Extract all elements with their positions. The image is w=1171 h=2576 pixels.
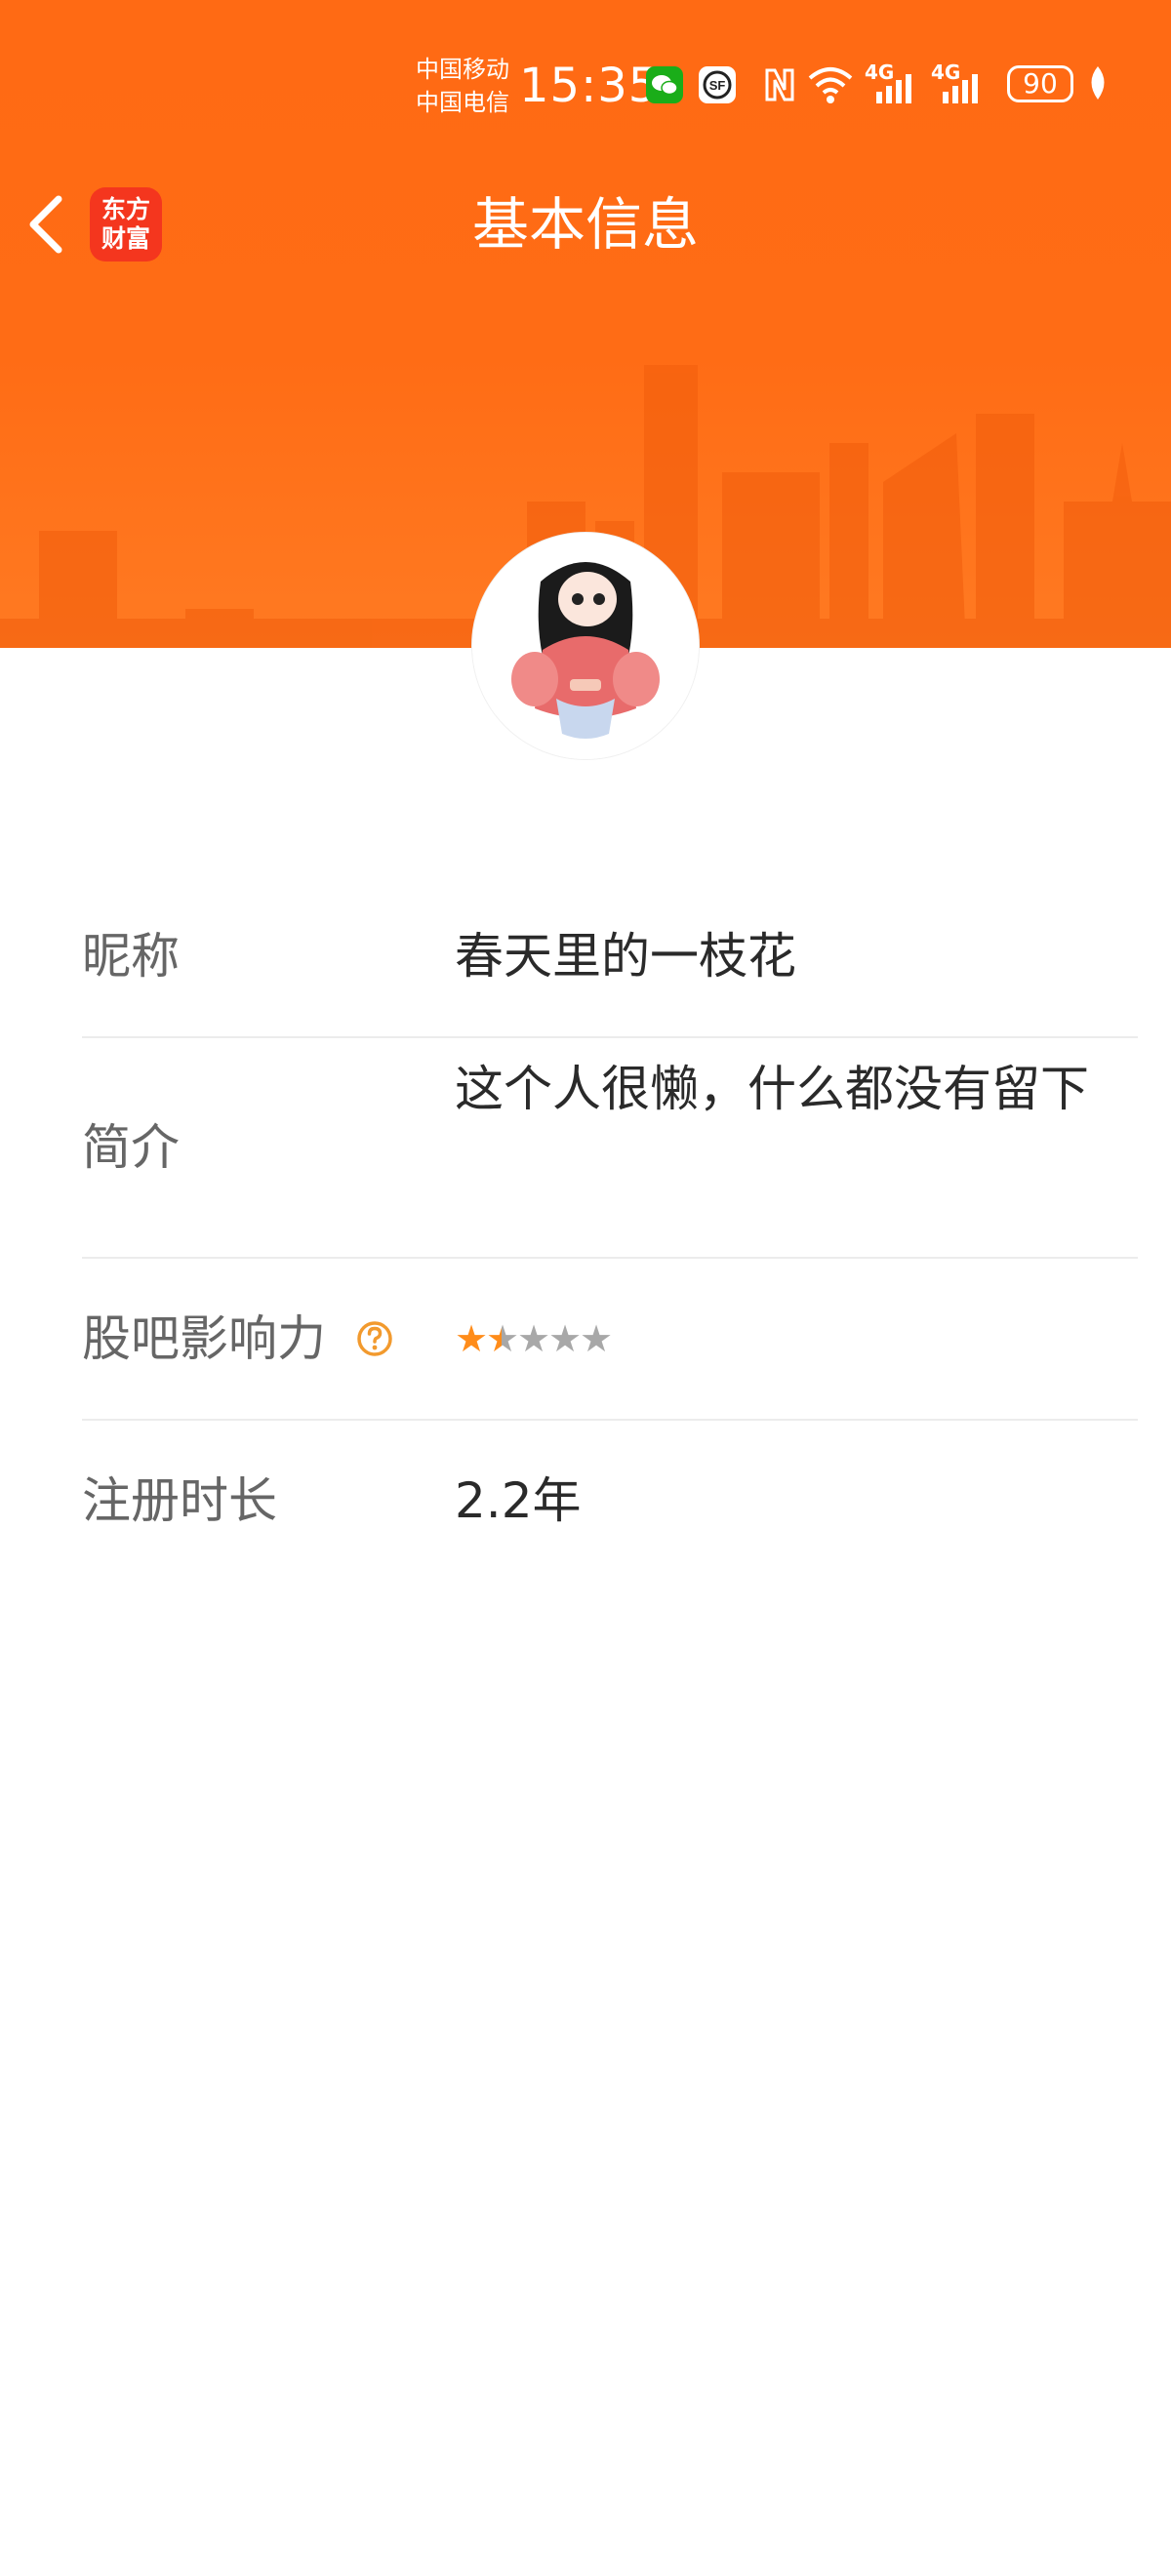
carrier-1: 中国移动: [416, 56, 509, 83]
question-circle-icon: [357, 1321, 392, 1356]
influence-row: 股吧影响力 ★ ★ ★ ★ ★: [82, 1259, 1138, 1421]
avatar[interactable]: [472, 533, 699, 759]
bio-row: 简介 这个人很懒，什么都没有留下: [82, 1038, 1138, 1259]
nickname-label: 昵称: [82, 928, 180, 985]
help-icon[interactable]: [355, 1319, 394, 1358]
rating-star: ★: [455, 1317, 488, 1360]
nfc-icon: [765, 68, 794, 101]
profile-info-page: 中国移动 中国电信 15:35 SF 4G 4G 90 东方 财富 基本信息 昵…: [0, 0, 1171, 2576]
rating-star: ★: [517, 1317, 550, 1360]
battery-icon: 90: [1007, 65, 1073, 102]
nav-bar: 东方 财富 基本信息: [0, 176, 1171, 273]
rating-star: ★: [580, 1317, 613, 1360]
profile-info-list: 昵称 春天里的一枝花 简介 这个人很懒，什么都没有留下 股吧影响力 ★ ★ ★ ★ ★ …: [82, 886, 1138, 1581]
status-bar: 中国移动 中国电信 15:35 SF 4G 4G 90: [0, 49, 1171, 127]
carrier-labels: 中国移动 中国电信: [416, 53, 509, 119]
signal-icon-2: 4G: [931, 60, 986, 105]
bio-label: 简介: [82, 1119, 180, 1176]
page-title: 基本信息: [471, 191, 699, 258]
wechat-icon: [646, 66, 683, 103]
bio-value: 这个人很懒，什么都没有留下: [455, 1061, 1089, 1117]
sf-express-icon: SF: [699, 66, 736, 103]
registration-label: 注册时长: [82, 1472, 277, 1529]
registration-value: 2.2年: [455, 1472, 582, 1529]
registration-row: 注册时长 2.2年: [82, 1421, 1138, 1581]
influence-rating: ★ ★ ★ ★ ★: [455, 1317, 613, 1360]
rating-star: ★: [548, 1317, 582, 1360]
wifi-icon: [808, 67, 853, 103]
svg-text:SF: SF: [709, 78, 726, 93]
avatar-illustration: [472, 533, 699, 759]
rating-star: ★: [486, 1317, 519, 1360]
influence-label: 股吧影响力: [82, 1310, 326, 1367]
carrier-2: 中国电信: [416, 89, 509, 116]
nickname-row: 昵称 春天里的一枝花: [82, 886, 1138, 1038]
leaf-icon: [1091, 66, 1105, 100]
status-time: 15:35: [519, 59, 660, 113]
nickname-value: 春天里的一枝花: [455, 928, 796, 985]
signal-icon: 4G: [865, 60, 919, 105]
